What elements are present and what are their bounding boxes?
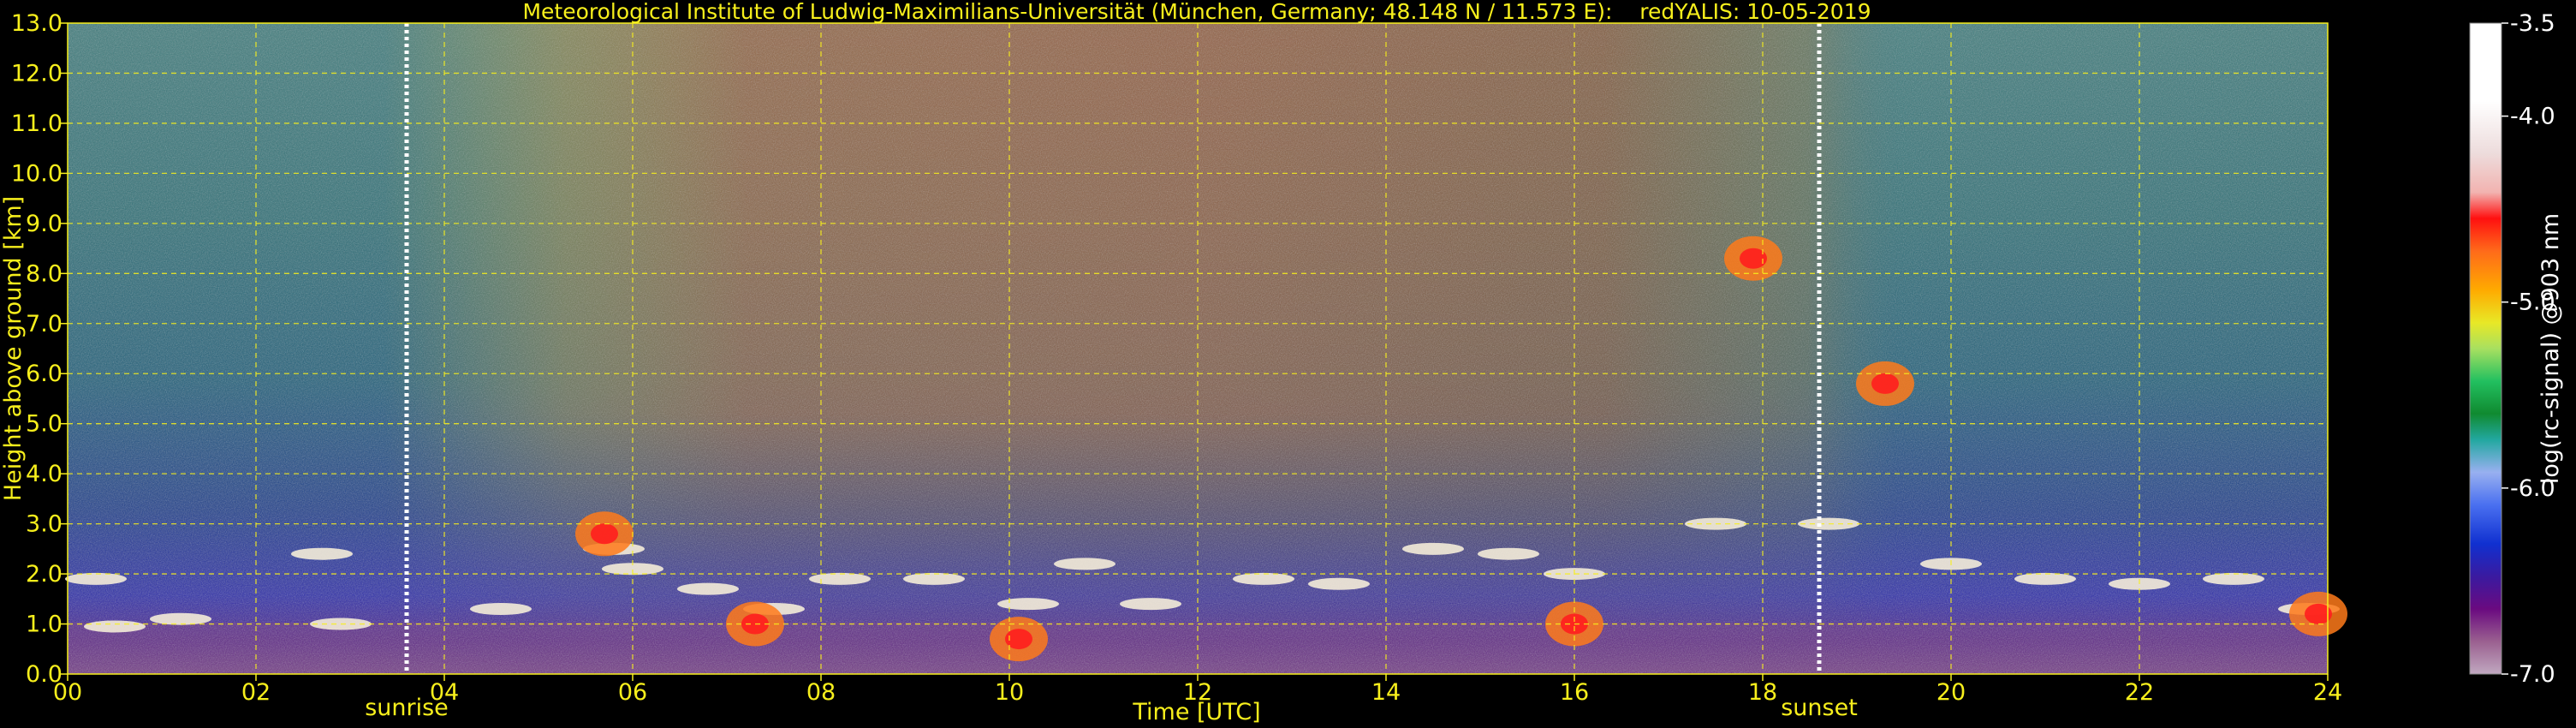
cloud-layer <box>1233 572 1294 585</box>
y-tick-label: 10.0 <box>11 160 62 187</box>
aerosol-feature-core <box>591 523 618 545</box>
x-tick-label: 16 <box>1560 679 1589 706</box>
x-tick-label: 24 <box>2313 679 2342 706</box>
cloud-layer <box>903 572 965 585</box>
cloud-layer <box>1308 577 1370 590</box>
cloud-layer <box>65 572 127 585</box>
y-tick-label: 6.0 <box>26 361 62 387</box>
y-tick-label: 3.0 <box>26 511 62 538</box>
colorbar-label: log(rc-signal) @903 nm <box>2537 213 2564 484</box>
x-tick-label: 18 <box>1748 679 1777 706</box>
x-tick-label: 04 <box>430 679 459 706</box>
y-tick-label: 2.0 <box>26 561 62 588</box>
cloud-layer <box>150 612 211 625</box>
cloud-layer <box>84 620 146 633</box>
colorbar-tick-label: -3.5 <box>2510 10 2555 37</box>
y-tick-label: 1.0 <box>26 612 62 638</box>
cloud-layer <box>2203 572 2264 585</box>
y-tick-label: 0.0 <box>26 661 62 688</box>
x-tick-label: 08 <box>806 679 836 706</box>
y-tick-label: 5.0 <box>26 411 62 438</box>
y-tick-label: 8.0 <box>26 260 62 287</box>
aerosol-feature-core <box>1871 373 1899 394</box>
cloud-layer <box>1478 547 1539 560</box>
cloud-layer <box>2014 572 2076 585</box>
y-tick-label: 13.0 <box>11 10 62 37</box>
x-tick-label: 02 <box>241 679 271 706</box>
y-tick-label: 4.0 <box>26 461 62 487</box>
sunset-label: sunset <box>1781 695 1858 721</box>
lidar-chart: sunrise sunset 00 02 04 06 08 10 12 14 16 18 20 22 24… <box>0 0 2564 725</box>
x-axis-label: Time [UTC] <box>1132 699 1260 725</box>
x-tick-label: 06 <box>618 679 647 706</box>
cloud-layer <box>291 547 353 560</box>
y-tick-label: 12.0 <box>11 60 62 87</box>
x-tick-label: 10 <box>995 679 1024 706</box>
cloud-layer <box>997 598 1059 611</box>
y-tick-label: 7.0 <box>26 311 62 337</box>
x-tick-label: 14 <box>1371 679 1401 706</box>
x-tick-label: 20 <box>1936 679 1966 706</box>
y-tick-label: 9.0 <box>26 211 62 237</box>
chart-title: Meteorological Institute of Ludwig-Maxim… <box>522 0 1871 24</box>
colorbar-tick-label: -7.0 <box>2510 661 2555 688</box>
cloud-layer <box>809 572 871 585</box>
cloud-layer <box>1402 542 1464 555</box>
cloud-layer <box>1054 558 1115 570</box>
cloud-layer <box>470 603 532 615</box>
x-tick-label: 22 <box>2125 679 2154 706</box>
y-tick-label: 11.0 <box>11 110 62 137</box>
colorbar-tick-label: -4.0 <box>2510 104 2555 130</box>
cloud-layer <box>1120 598 1181 611</box>
y-axis-label: Height above ground [km] <box>0 196 27 501</box>
colorbar <box>2469 22 2502 675</box>
cloud-layer <box>677 582 739 595</box>
